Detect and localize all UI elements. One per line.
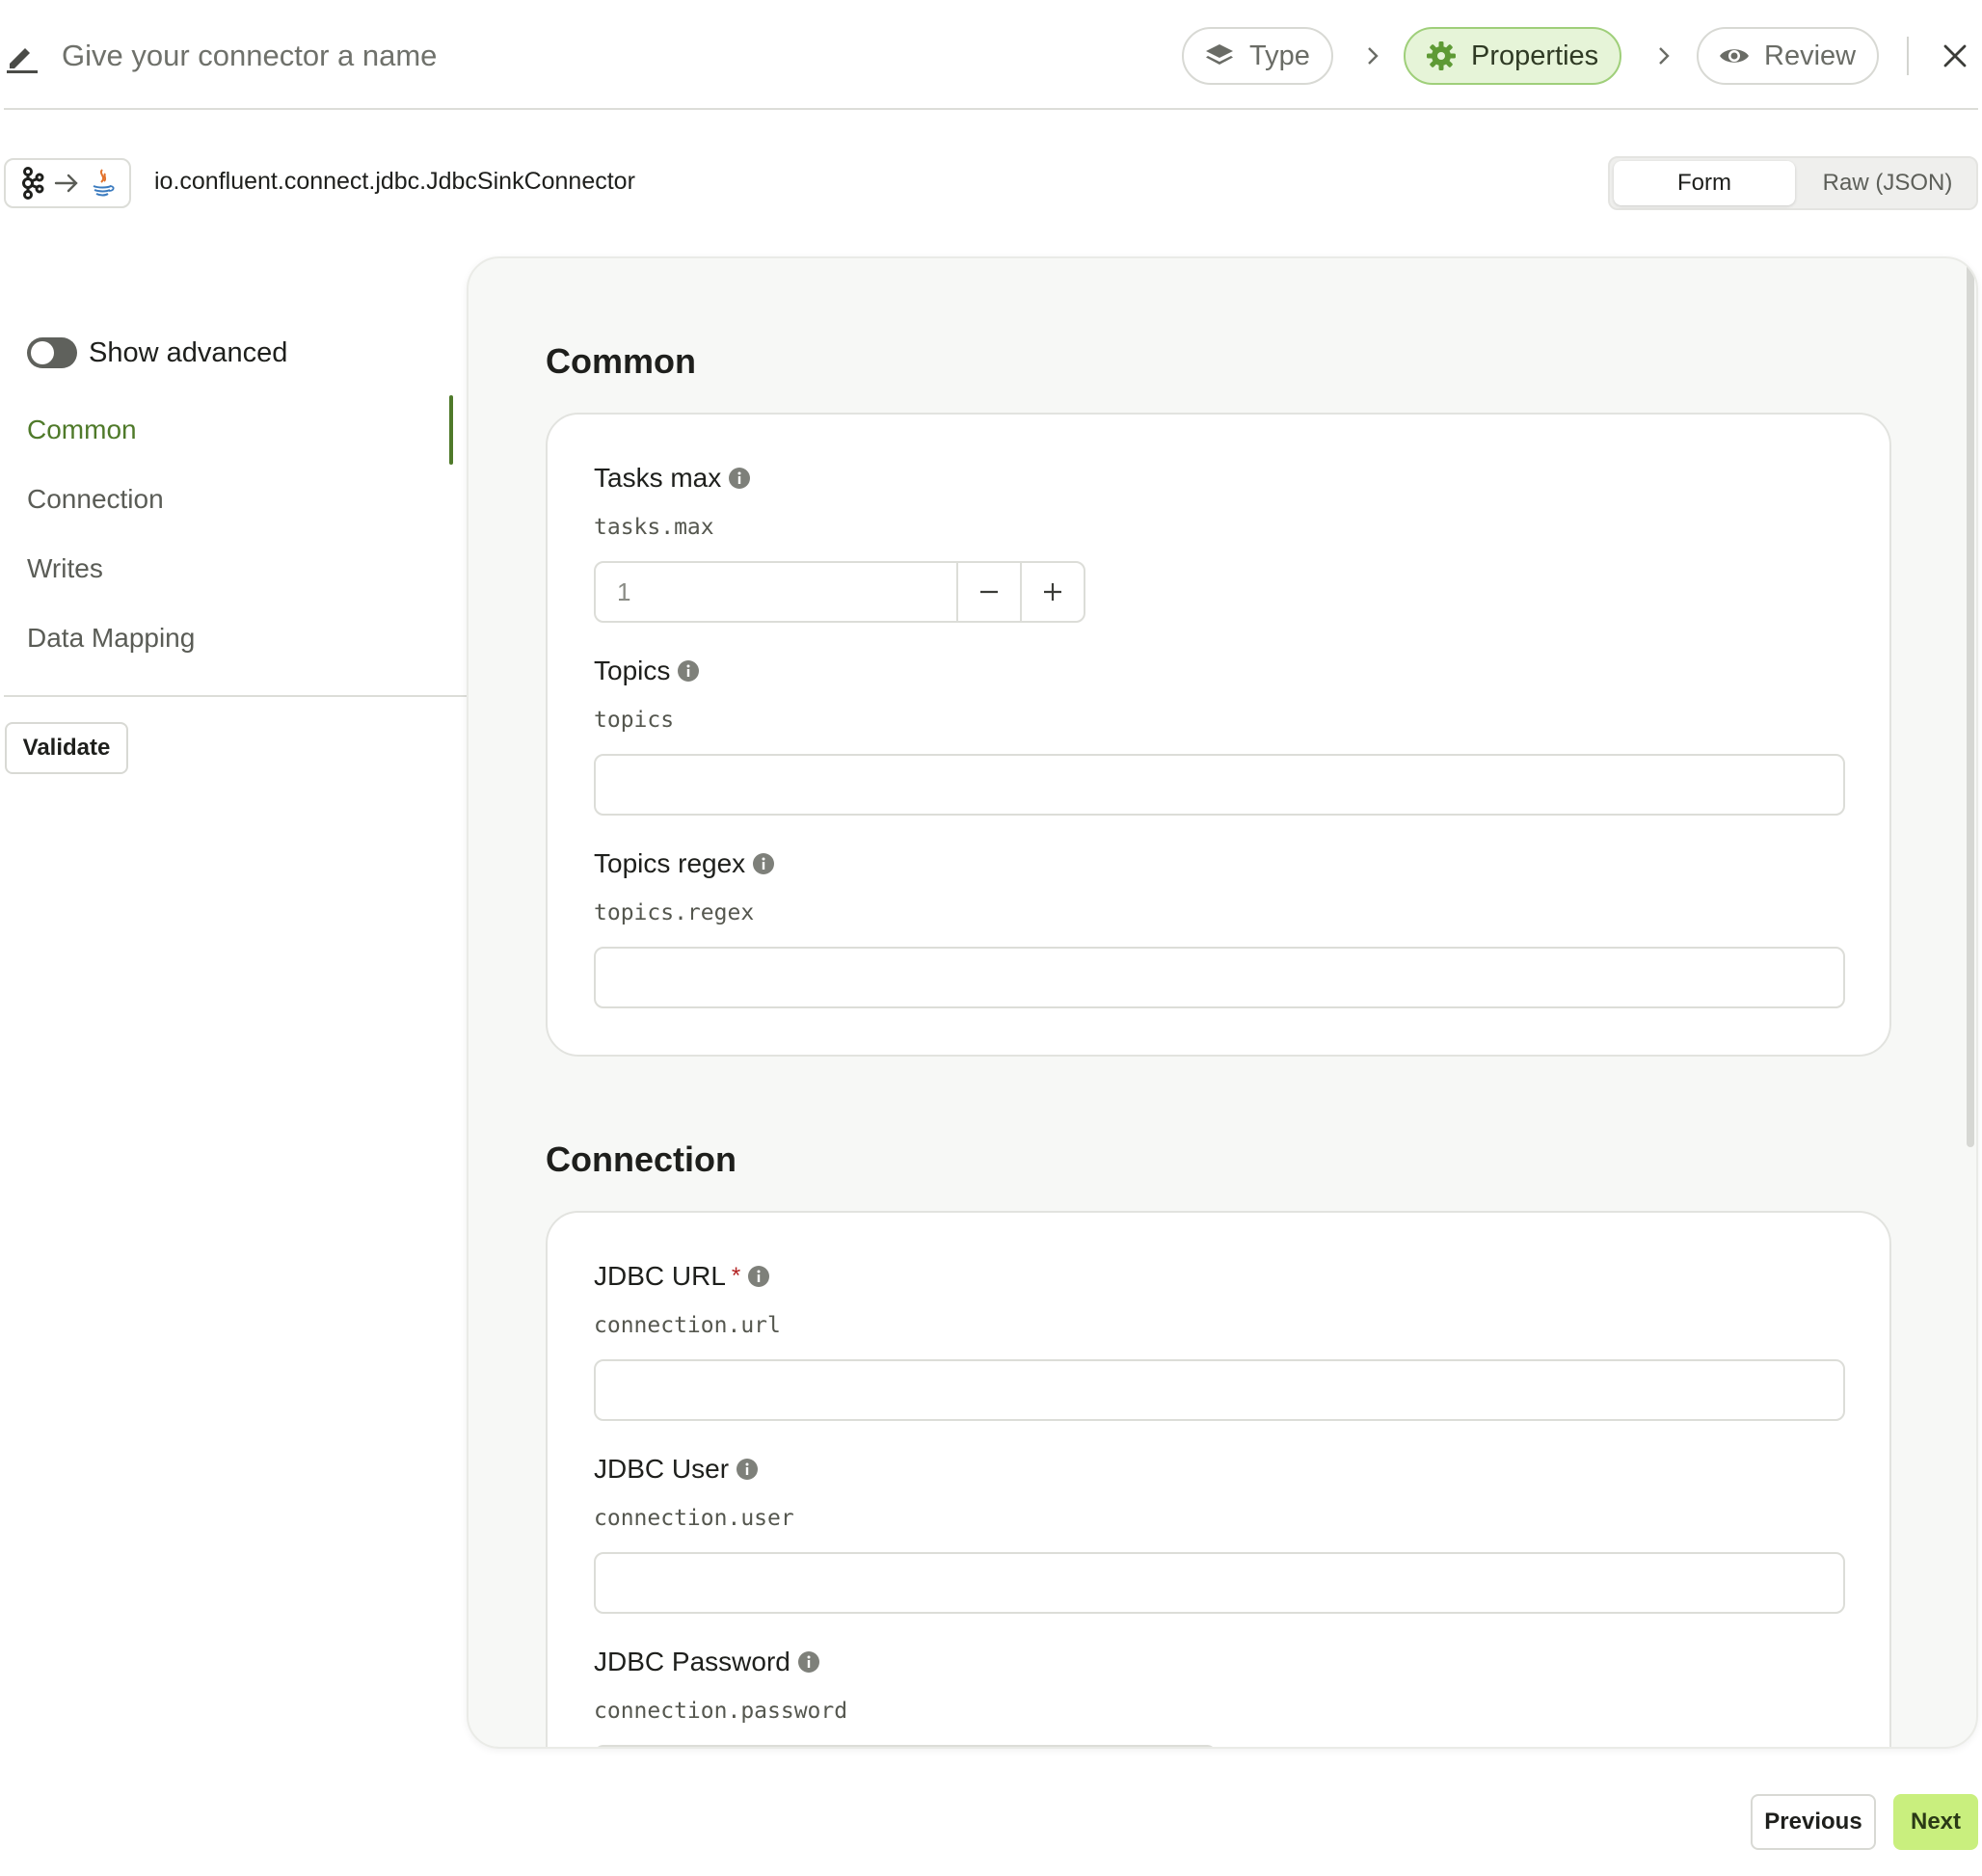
required-mark: *	[731, 1263, 741, 1289]
chevron-right-icon	[1659, 47, 1670, 65]
field-key-topics-regex: topics.regex	[594, 900, 755, 925]
field-label-text: Topics	[594, 656, 671, 685]
minus-icon	[980, 590, 998, 594]
field-label-jdbc-user: JDBC User	[594, 1454, 759, 1485]
common-card: Tasks max tasks.max 1 Topics topics Topi…	[546, 413, 1891, 1057]
info-icon[interactable]	[753, 853, 775, 874]
validate-button[interactable]: Validate	[5, 722, 128, 774]
sidebar-item-connection[interactable]: Connection	[27, 484, 164, 515]
properties-form-panel: Common Tasks max tasks.max 1 Topics topi…	[467, 256, 1978, 1749]
sidebar-item-writes[interactable]: Writes	[27, 553, 103, 584]
eye-icon	[1720, 49, 1749, 63]
info-icon[interactable]	[737, 1459, 759, 1480]
info-icon[interactable]	[678, 660, 700, 682]
next-button[interactable]: Next	[1893, 1794, 1978, 1850]
field-label-topics-regex: Topics regex	[594, 848, 775, 879]
field-label-text: JDBC URL	[594, 1261, 726, 1291]
field-label-tasks-max: Tasks max	[594, 463, 751, 494]
sidebar-item-common[interactable]: Common	[27, 415, 137, 445]
arrow-right-icon	[54, 174, 78, 193]
field-label-jdbc-password: JDBC Password	[594, 1647, 819, 1677]
connector-class-name: io.confluent.connect.jdbc.JdbcSinkConnec…	[154, 168, 635, 195]
chevron-right-icon	[1368, 47, 1379, 65]
pencil-icon	[7, 48, 38, 73]
jdbc-user-input[interactable]	[594, 1552, 1845, 1614]
step-review[interactable]: Review	[1697, 27, 1880, 85]
info-icon[interactable]	[729, 468, 751, 489]
field-label-text: JDBC Password	[594, 1647, 790, 1676]
java-icon	[93, 169, 115, 197]
toggle-knob	[31, 341, 54, 364]
jdbc-url-input[interactable]	[594, 1359, 1845, 1421]
sidebar-item-data-mapping[interactable]: Data Mapping	[27, 623, 195, 654]
panel-scrollbar[interactable]	[1967, 260, 1974, 1147]
view-mode-toggle: Form Raw (JSON)	[1608, 156, 1978, 210]
section-title-common: Common	[546, 341, 696, 381]
info-icon[interactable]	[797, 1651, 819, 1673]
field-label-text: Topics regex	[594, 848, 746, 878]
kafka-icon	[22, 167, 44, 200]
step-type-label: Type	[1249, 40, 1310, 71]
decrement-button[interactable]	[956, 563, 1020, 621]
previous-button[interactable]: Previous	[1751, 1794, 1876, 1850]
section-title-connection: Connection	[546, 1139, 737, 1179]
wizard-header: Type Properties	[4, 0, 1978, 110]
plus-icon	[1044, 583, 1061, 601]
step-properties-label: Properties	[1471, 40, 1599, 71]
connector-type-icons	[4, 158, 131, 208]
show-advanced-toggle[interactable]	[27, 337, 77, 368]
field-key-jdbc-password: connection.password	[594, 1699, 848, 1724]
topics-input[interactable]	[594, 754, 1845, 816]
jdbc-password-input[interactable]	[594, 1745, 1217, 1747]
tasks-max-value[interactable]: 1	[596, 563, 956, 621]
info-icon[interactable]	[748, 1266, 770, 1287]
field-label-text: Tasks max	[594, 463, 722, 493]
field-key-jdbc-user: connection.user	[594, 1506, 794, 1531]
active-nav-indicator	[449, 395, 453, 465]
field-key-topics: topics	[594, 708, 675, 733]
connector-name-input[interactable]	[62, 33, 737, 79]
field-label-jdbc-url: JDBC URL *	[594, 1261, 770, 1292]
tasks-max-stepper[interactable]: 1	[594, 561, 1085, 623]
gear-icon	[1427, 41, 1456, 70]
show-advanced-label: Show advanced	[89, 337, 288, 368]
close-icon[interactable]	[1938, 39, 1972, 73]
connection-card: JDBC URL * connection.url JDBC User conn…	[546, 1211, 1891, 1747]
raw-json-view-button[interactable]: Raw (JSON)	[1799, 161, 1976, 205]
layers-icon	[1206, 44, 1233, 65]
step-type[interactable]: Type	[1182, 27, 1333, 85]
sidebar-divider	[4, 695, 467, 697]
field-key-jdbc-url: connection.url	[594, 1313, 781, 1338]
field-label-text: JDBC User	[594, 1454, 730, 1484]
topics-regex-input[interactable]	[594, 947, 1845, 1008]
field-label-topics: Topics	[594, 656, 700, 686]
step-properties[interactable]: Properties	[1404, 27, 1622, 85]
field-key-tasks-max: tasks.max	[594, 515, 714, 540]
step-review-label: Review	[1764, 40, 1857, 71]
header-divider	[1907, 37, 1909, 75]
form-view-button[interactable]: Form	[1614, 161, 1795, 205]
increment-button[interactable]	[1020, 563, 1084, 621]
